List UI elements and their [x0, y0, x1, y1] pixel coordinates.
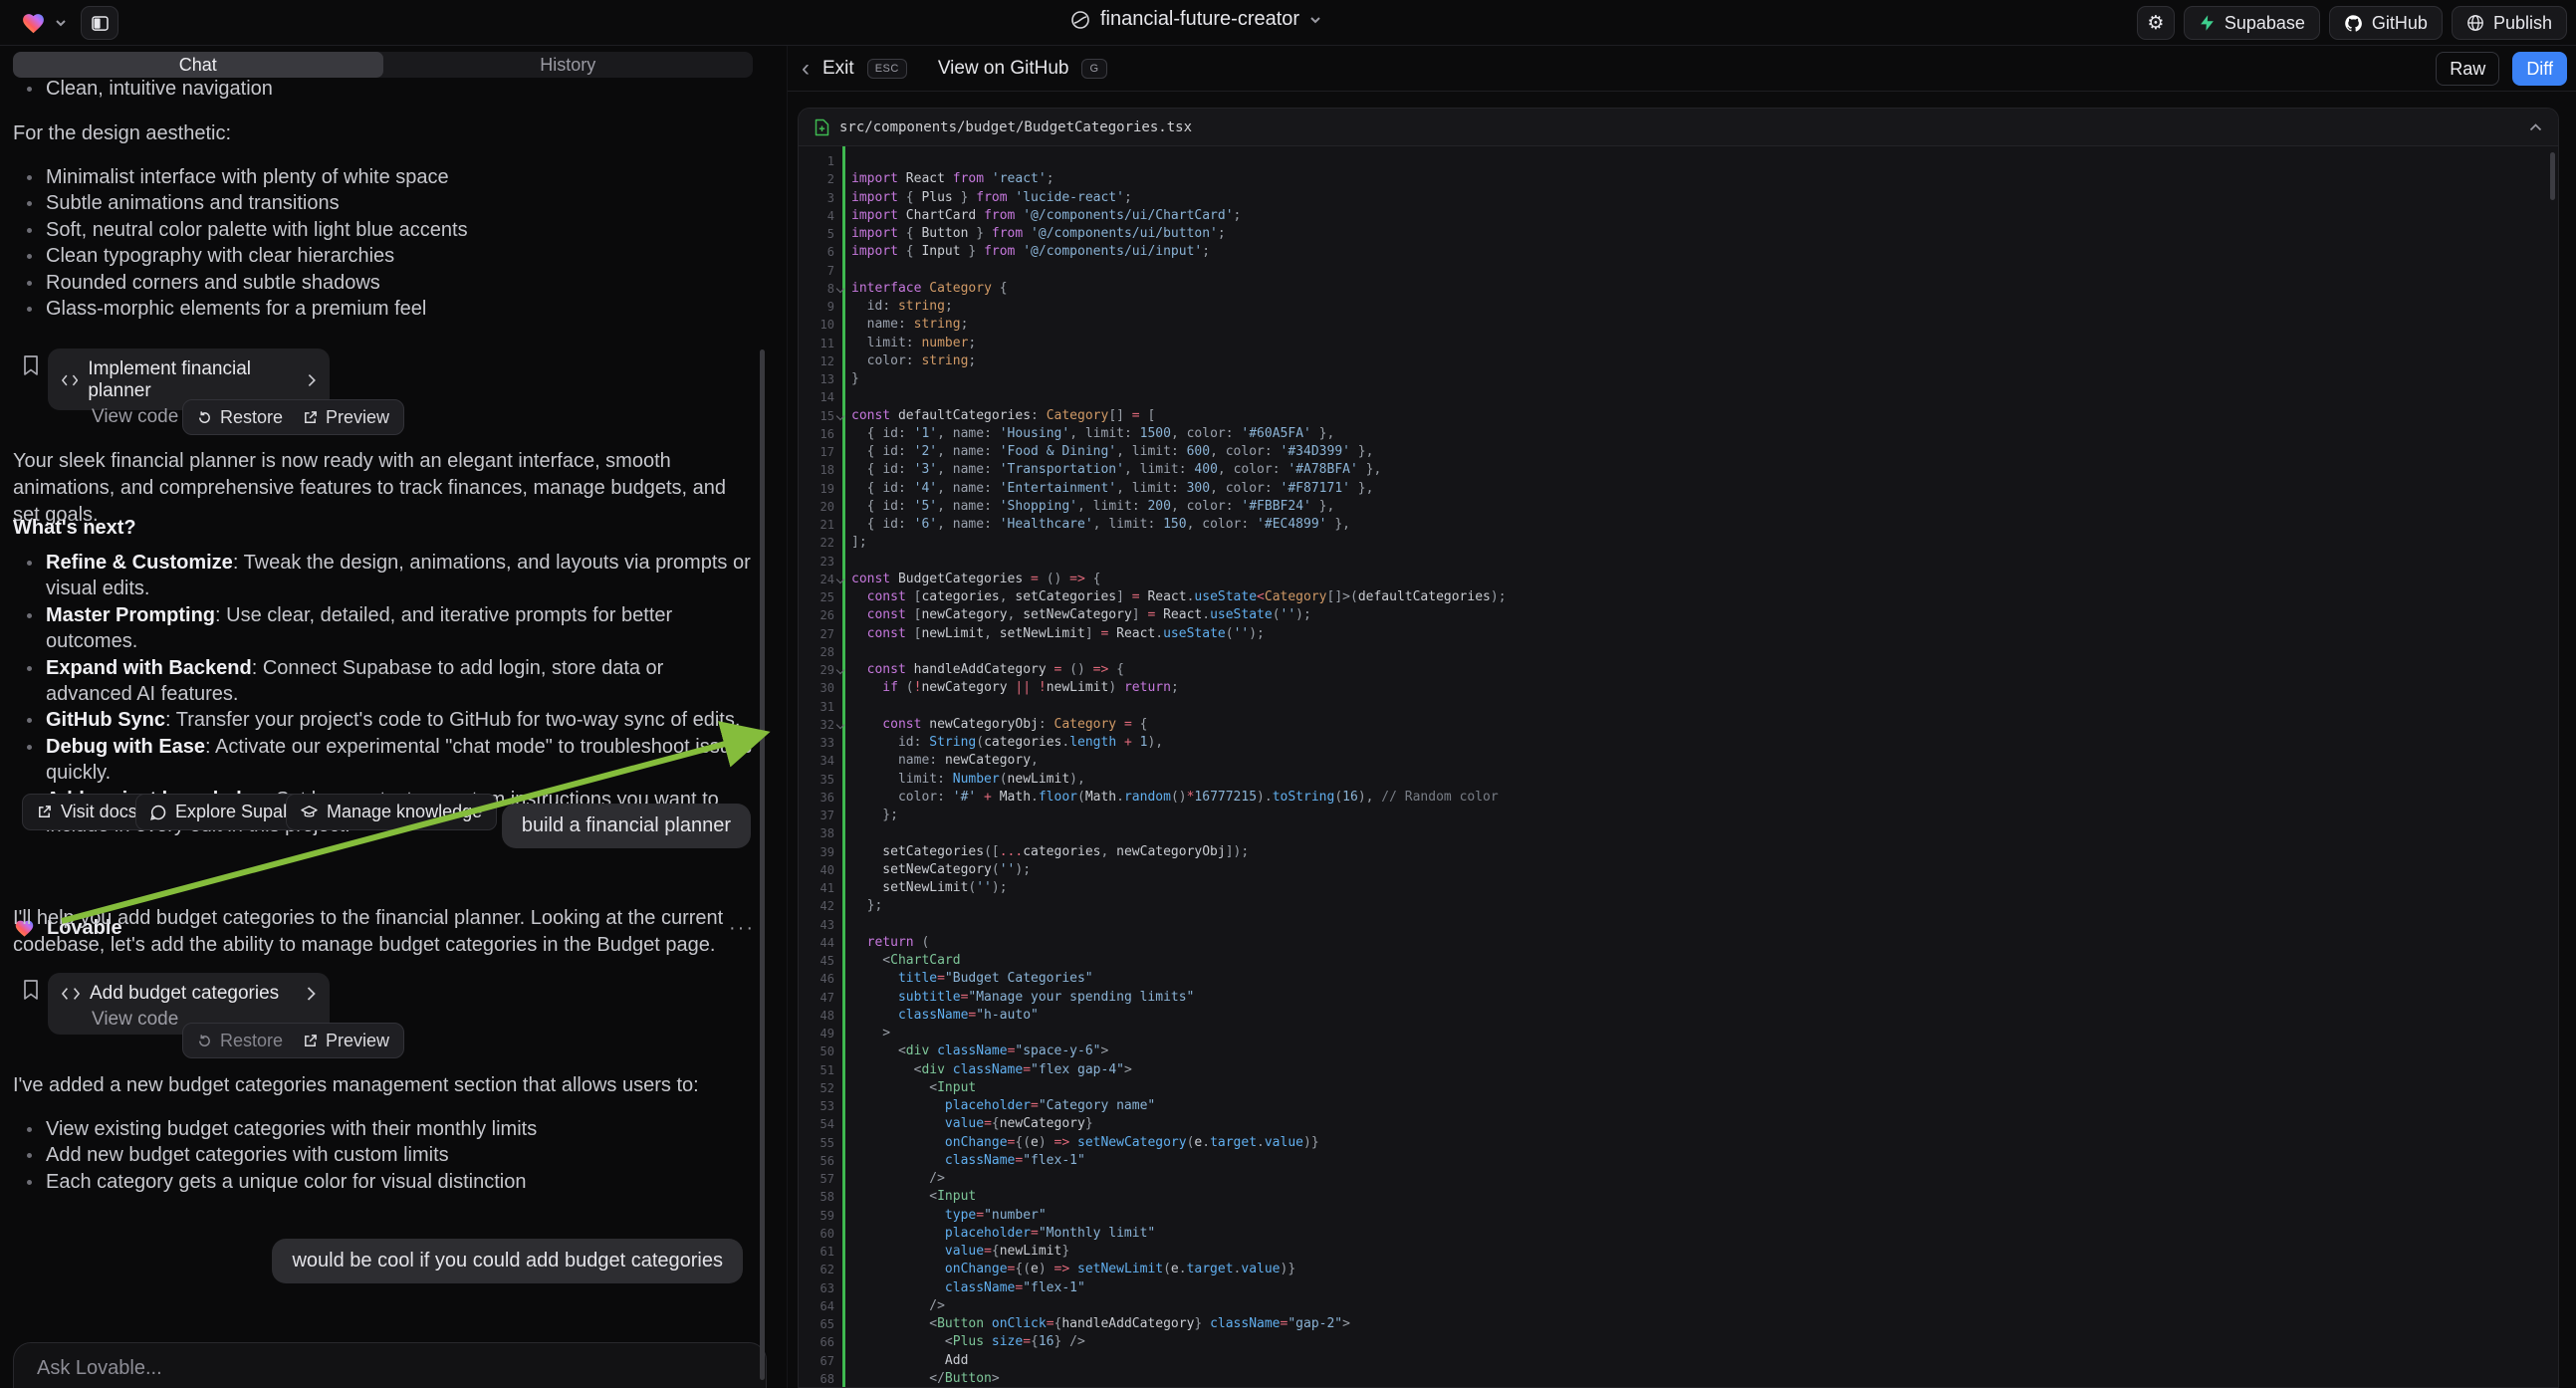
- added-paragraph: I've added a new budget categories manag…: [13, 1072, 755, 1099]
- tab-history-label: History: [540, 55, 595, 76]
- globe-icon: [2466, 14, 2484, 32]
- bullet-item: Glass-morphic elements for a premium fee…: [13, 296, 755, 322]
- clipped-bullet-list: Clean, intuitive navigation: [13, 76, 755, 102]
- chevron-down-icon[interactable]: [55, 17, 67, 29]
- settings-button[interactable]: ⚙: [2137, 6, 2175, 40]
- manage-knowledge-button[interactable]: Manage knowledge: [286, 794, 497, 830]
- heart-icon: [20, 11, 47, 36]
- tab-chat[interactable]: Chat: [13, 52, 383, 78]
- exit-button[interactable]: Exit: [822, 58, 854, 80]
- bullet-item: Soft, neutral color palette with light b…: [13, 217, 755, 243]
- sidebar-toggle-button[interactable]: [81, 6, 118, 40]
- bookmark-icon[interactable]: [22, 354, 40, 376]
- preview-button[interactable]: Preview: [303, 1031, 389, 1051]
- bookmark-icon[interactable]: [22, 979, 40, 1001]
- tab-history[interactable]: History: [383, 52, 754, 78]
- bullet-item: Master Prompting: Use clear, detailed, a…: [13, 602, 752, 655]
- user-message-bubble: would be cool if you could add budget ca…: [272, 1239, 743, 1283]
- code-lines: 12import React from 'react';3import { Pl…: [799, 152, 2558, 1388]
- bullet-item: Minimalist interface with plenty of whit…: [13, 164, 755, 190]
- chevron-left-icon[interactable]: ‹: [802, 57, 810, 81]
- version-card-title: Add budget categories: [90, 983, 279, 1005]
- code-view-header: ‹ Exit ESC View on GitHub G Raw Diff: [788, 46, 2576, 92]
- github-icon: [2344, 14, 2363, 33]
- project-switcher[interactable]: financial-future-creator: [1070, 8, 1321, 31]
- github-label: GitHub: [2372, 13, 2428, 34]
- project-title: financial-future-creator: [1100, 8, 1299, 31]
- preview-button[interactable]: Preview: [303, 407, 389, 428]
- user-message-bubble: build a financial planner: [502, 804, 751, 848]
- external-link-icon: [303, 1034, 318, 1048]
- chat-bubble-icon: [150, 805, 166, 820]
- restore-button[interactable]: Restore: [197, 407, 283, 428]
- code-icon: [62, 987, 80, 1001]
- esc-kbd-badge: ESC: [867, 59, 907, 79]
- bullet-item: Clean, intuitive navigation: [13, 76, 755, 102]
- composer-input[interactable]: Ask Lovable...: [37, 1357, 162, 1380]
- version-card-title: Implement financial planner: [88, 358, 298, 402]
- chevron-up-icon[interactable]: [2529, 123, 2542, 131]
- top-app-bar: financial-future-creator ⚙ Supabase GitH…: [0, 0, 2576, 46]
- app-window: financial-future-creator ⚙ Supabase GitH…: [0, 0, 2576, 1388]
- bullet-item: Clean typography with clear hierarchies: [13, 243, 755, 269]
- bullet-item: Add new budget categories with custom li…: [13, 1142, 755, 1168]
- added-bullet-list: View existing budget categories with the…: [13, 1116, 755, 1195]
- whats-next-heading: What's next?: [13, 515, 755, 542]
- design-heading: For the design aesthetic:: [13, 120, 755, 147]
- view-on-github-button[interactable]: View on GitHub: [938, 58, 1069, 80]
- g-kbd-badge: G: [1081, 59, 1106, 79]
- restore-preview-toolbar: Restore Preview: [182, 1023, 404, 1058]
- code-scrollbar[interactable]: [2550, 152, 2555, 200]
- restore-preview-toolbar: Restore Preview: [182, 399, 404, 435]
- chevron-right-icon: [308, 373, 316, 387]
- design-bullet-list: Minimalist interface with plenty of whit…: [13, 164, 755, 322]
- tab-chat-label: Chat: [179, 55, 217, 76]
- external-link-icon: [37, 805, 52, 819]
- publish-label: Publish: [2493, 13, 2552, 34]
- bullet-item: GitHub Sync: Transfer your project's cod…: [13, 707, 752, 733]
- external-link-icon: [303, 410, 318, 425]
- github-button[interactable]: GitHub: [2329, 6, 2443, 40]
- chat-scrollbar[interactable]: [760, 349, 765, 1380]
- panel-left-icon: [92, 16, 109, 31]
- graduation-cap-icon: [301, 805, 318, 819]
- bullet-item: View existing budget categories with the…: [13, 1116, 755, 1142]
- publish-button[interactable]: Publish: [2452, 6, 2567, 40]
- raw-toggle-button[interactable]: Raw: [2436, 52, 2499, 86]
- code-view-panel: ‹ Exit ESC View on GitHub G Raw Diff src…: [787, 46, 2576, 1388]
- restore-button[interactable]: Restore: [197, 1031, 283, 1051]
- code-editor[interactable]: 12import React from 'react';3import { Pl…: [799, 146, 2558, 1388]
- file-diff-card: src/components/budget/BudgetCategories.t…: [798, 108, 2559, 1388]
- help-paragraph: I'll help you add budget categories to t…: [13, 905, 755, 959]
- chat-history-tabs: Chat History: [13, 52, 753, 78]
- code-icon: [62, 373, 78, 387]
- file-path: src/components/budget/BudgetCategories.t…: [839, 119, 1192, 135]
- bullet-item: Refine & Customize: Tweak the design, an…: [13, 550, 752, 602]
- supabase-label: Supabase: [2225, 13, 2305, 34]
- project-orb-icon: [1070, 10, 1090, 30]
- bullet-item: Each category gets a unique color for vi…: [13, 1169, 755, 1195]
- bullet-item: Subtle animations and transitions: [13, 190, 755, 216]
- file-path-bar[interactable]: src/components/budget/BudgetCategories.t…: [799, 109, 2558, 146]
- bullet-item: Debug with Ease: Activate our experiment…: [13, 734, 752, 787]
- visit-docs-button[interactable]: Visit docs: [22, 794, 152, 830]
- chat-panel: Chat History Clean, intuitive navigation…: [0, 46, 787, 1388]
- chevron-down-icon: [1309, 14, 1321, 26]
- restore-icon: [197, 1034, 212, 1048]
- lovable-logo[interactable]: [20, 11, 47, 36]
- bullet-item: Expand with Backend: Connect Supabase to…: [13, 655, 752, 708]
- diff-toggle-button[interactable]: Diff: [2512, 52, 2567, 86]
- chat-composer[interactable]: Ask Lovable... Attach Edit: [13, 1342, 767, 1388]
- bullet-item: Rounded corners and subtle shadows: [13, 270, 755, 296]
- gear-icon: ⚙: [2147, 12, 2164, 34]
- supabase-button[interactable]: Supabase: [2184, 6, 2320, 40]
- supabase-icon: [2199, 14, 2216, 32]
- chevron-right-icon: [307, 987, 316, 1001]
- file-added-icon: [815, 118, 829, 136]
- restore-icon: [197, 410, 212, 425]
